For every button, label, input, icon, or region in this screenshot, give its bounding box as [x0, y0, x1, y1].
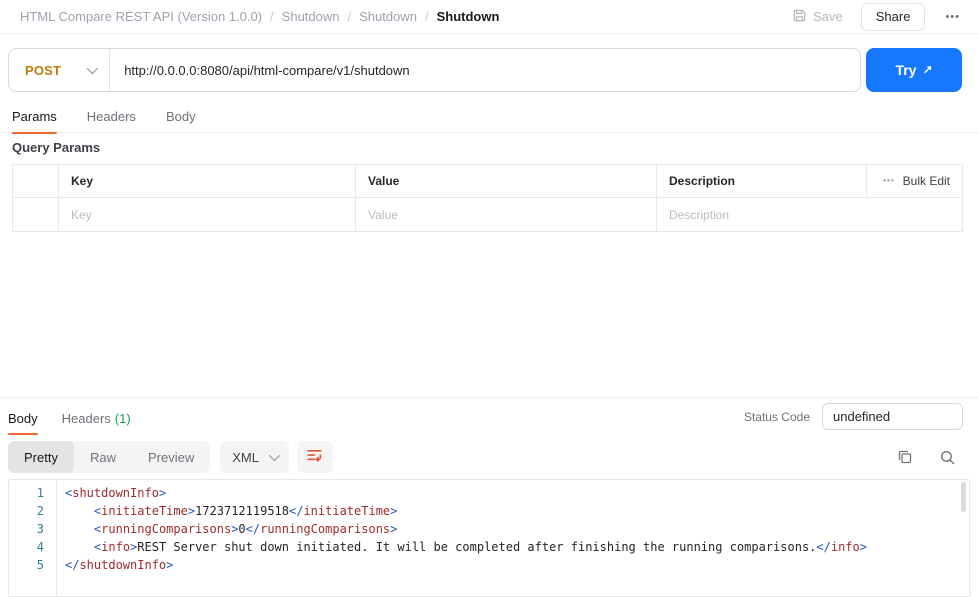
breadcrumb-item[interactable]: Shutdown — [359, 9, 417, 24]
arrow-up-right-icon: ↗ — [922, 63, 932, 77]
response-toolbar: PrettyRawPreview XML — [8, 441, 970, 473]
try-button[interactable]: Try ↗ — [866, 48, 962, 92]
status-code-input[interactable] — [822, 403, 963, 430]
response-tab-body[interactable]: Body — [8, 403, 38, 433]
save-label: Save — [813, 9, 843, 24]
code-line: <shutdownInfo> — [65, 484, 961, 502]
view-mode-preview[interactable]: Preview — [132, 441, 210, 473]
breadcrumb-separator: / — [425, 9, 429, 24]
key-column-header: Key — [59, 165, 356, 197]
tab-params[interactable]: Params — [12, 100, 57, 133]
active-tab-underline — [12, 132, 57, 134]
row-checkbox-cell[interactable] — [13, 198, 59, 231]
line-number: 3 — [9, 520, 56, 538]
language-select[interactable]: XML — [220, 441, 289, 473]
response-tabs: Body Headers(1) — [8, 403, 131, 433]
code-line: <runningComparisons>0</runningComparison… — [65, 520, 961, 538]
more-options-icon[interactable]: ••• — [943, 11, 962, 23]
save-button[interactable]: Save — [792, 8, 843, 26]
search-icon[interactable] — [939, 449, 956, 466]
active-tab-underline — [8, 433, 38, 435]
language-label: XML — [232, 450, 259, 465]
method-select[interactable]: POST — [9, 49, 110, 91]
code-line: <initiateTime>1723712119518</initiateTim… — [65, 502, 961, 520]
breadcrumb-item[interactable]: Shutdown — [282, 9, 340, 24]
headers-count-badge: (1) — [115, 411, 131, 426]
key-input[interactable]: Key — [59, 198, 356, 231]
view-mode-pretty[interactable]: Pretty — [8, 441, 74, 473]
status-code-label: Status Code — [744, 410, 810, 424]
response-tab-headers[interactable]: Headers(1) — [62, 403, 131, 433]
breadcrumb-separator: / — [270, 9, 274, 24]
status-code-wrap: Status Code — [744, 403, 963, 430]
response-divider — [0, 397, 978, 398]
share-button[interactable]: Share — [861, 3, 926, 31]
url-input[interactable] — [110, 63, 860, 78]
tab-headers[interactable]: Headers — [87, 100, 136, 133]
breadcrumb: HTML Compare REST API (Version 1.0.0) / Sh… — [20, 9, 499, 24]
breadcrumb-item[interactable]: HTML Compare REST API (Version 1.0.0) — [20, 9, 262, 24]
description-column-header: Description — [657, 165, 867, 197]
code-lines: <shutdownInfo> <initiateTime>17237121195… — [57, 480, 969, 596]
table-header-row: Key Value Description ••• Bulk Edit — [13, 165, 962, 198]
line-number-gutter: 12345 — [9, 480, 57, 596]
line-number: 2 — [9, 502, 56, 520]
line-number: 5 — [9, 556, 56, 574]
line-number: 1 — [9, 484, 56, 502]
query-params-table: Key Value Description ••• Bulk Edit Key … — [12, 164, 963, 232]
format-icon — [306, 446, 323, 468]
bulk-edit-label: Bulk Edit — [903, 174, 950, 188]
request-tabs: Params Headers Body — [0, 100, 978, 133]
code-line: <info>REST Server shut down initiated. I… — [65, 538, 961, 556]
description-input[interactable]: Description — [657, 198, 962, 231]
response-body-editor[interactable]: 12345 <shutdownInfo> <initiateTime>17237… — [8, 479, 970, 597]
format-button[interactable] — [297, 441, 333, 473]
try-label: Try — [895, 62, 916, 78]
request-bar: POST — [8, 48, 861, 92]
chevron-down-icon — [269, 450, 280, 461]
table-row: Key Value Description — [13, 198, 962, 231]
view-mode-segmented-control: PrettyRawPreview — [8, 441, 210, 473]
bulk-edit-button[interactable]: ••• Bulk Edit — [867, 165, 962, 197]
copy-button[interactable] — [897, 449, 913, 465]
top-bar: HTML Compare REST API (Version 1.0.0) / Sh… — [0, 0, 978, 34]
save-icon — [792, 8, 807, 26]
toolbar-right — [897, 449, 970, 466]
value-input[interactable]: Value — [356, 198, 657, 231]
checkbox-column-header — [13, 165, 59, 197]
query-params-title: Query Params — [12, 140, 100, 155]
code-line: </shutdownInfo> — [65, 556, 961, 574]
topbar-actions: Save Share ••• — [792, 3, 962, 31]
bulk-edit-icon: ••• — [883, 177, 894, 185]
breadcrumb-item: Shutdown — [437, 9, 500, 24]
line-number: 4 — [9, 538, 56, 556]
api-client-page: HTML Compare REST API (Version 1.0.0) / Sh… — [0, 0, 978, 597]
breadcrumb-separator: / — [348, 9, 352, 24]
editor-scrollbar[interactable] — [961, 482, 966, 512]
tab-body[interactable]: Body — [166, 100, 196, 133]
view-mode-raw[interactable]: Raw — [74, 441, 132, 473]
chevron-down-icon — [87, 63, 98, 74]
value-column-header: Value — [356, 165, 657, 197]
method-label: POST — [25, 63, 61, 78]
